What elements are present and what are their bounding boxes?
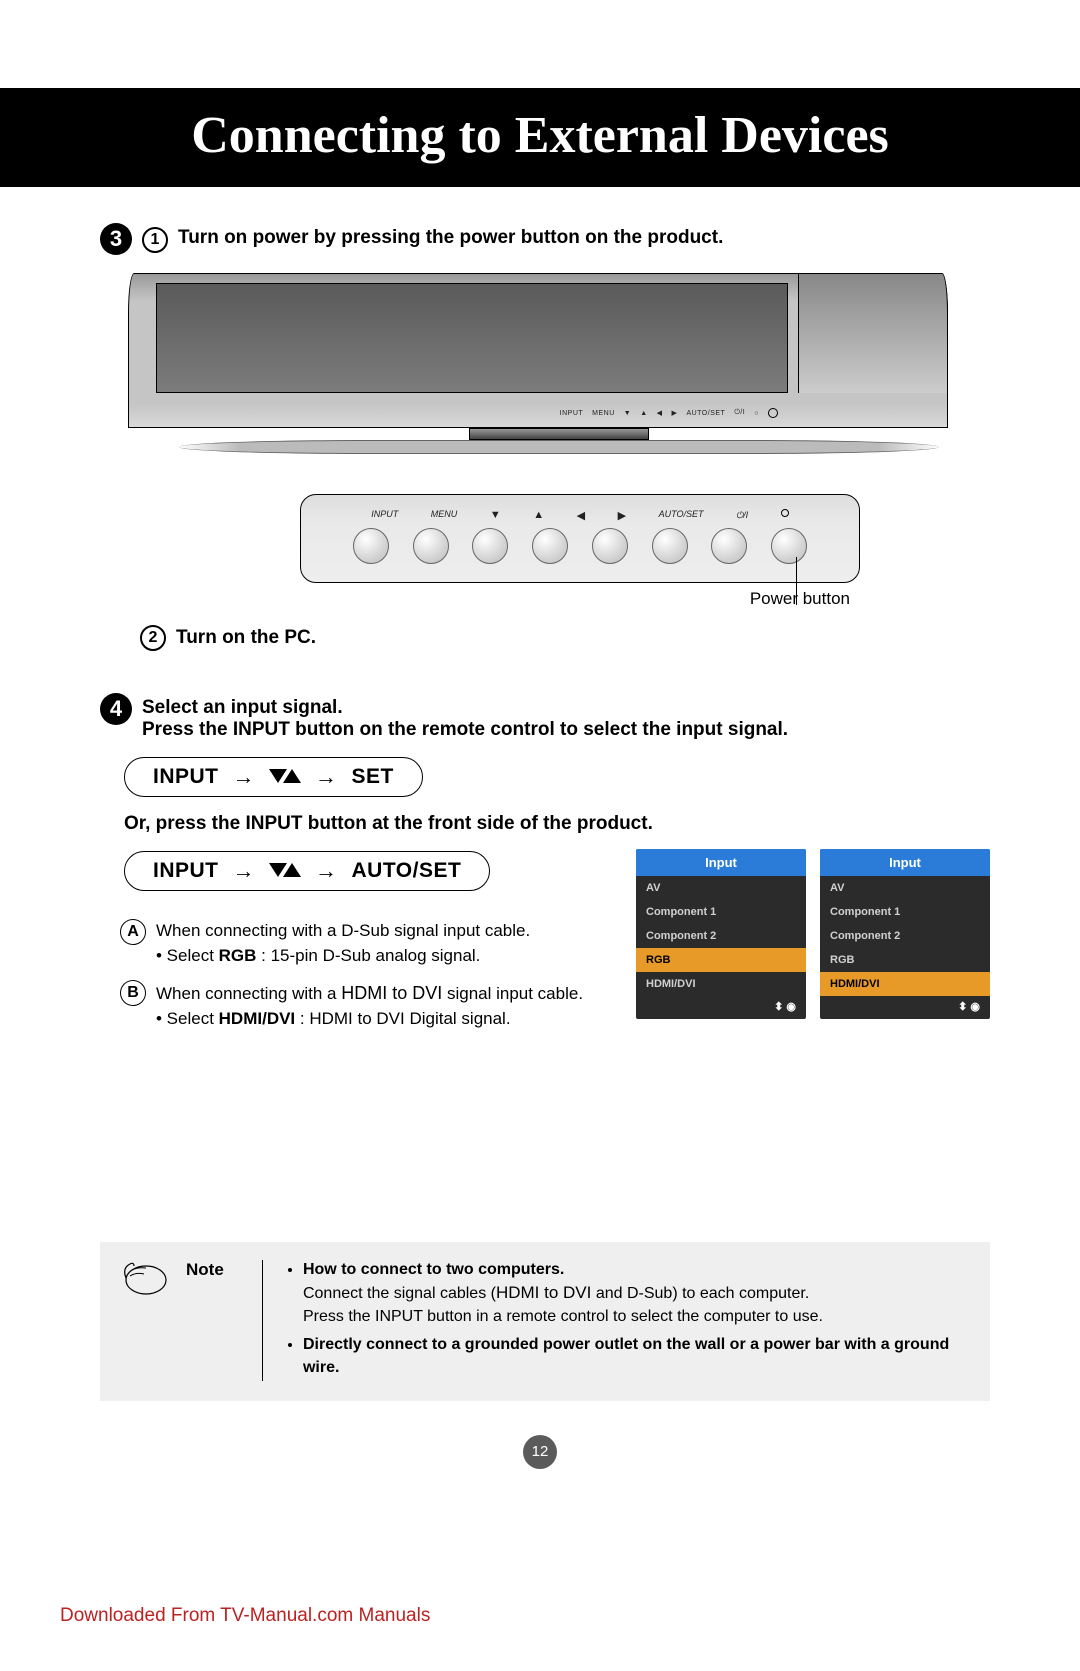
osd-item-component1: Component 1	[820, 900, 990, 924]
power-button-caption: Power button	[300, 589, 860, 609]
monitor-illustration: INPUT MENU ▼ ▲ ◀ ▶ AUTO/SET ⏻/I ○	[128, 273, 990, 454]
step3-sub2-text: Turn on the PC.	[176, 627, 316, 649]
osd-item-component2: Component 2	[820, 924, 990, 948]
step3-sub1-badge: 1	[142, 227, 168, 253]
step-4: 4 Select an input signal. Press the INPU…	[100, 697, 990, 741]
panel-left-button	[592, 528, 628, 564]
page-content: 3 1 Turn on power by pressing the power …	[0, 187, 1080, 1032]
osd-footer: ⬍ ◉	[636, 996, 806, 1019]
power-led-icon	[768, 408, 778, 418]
osd-item-rgb-selected: RGB	[636, 948, 806, 972]
page-header: Connecting to External Devices	[0, 88, 1080, 187]
panel-power-led-icon	[781, 509, 789, 517]
option-b: B When connecting with a HDMI to DVI sig…	[120, 980, 616, 1031]
option-b-badge: B	[120, 980, 146, 1006]
power-button-pointer-line	[796, 557, 797, 605]
arrow-right-icon: →	[233, 858, 256, 884]
panel-autoset-button	[711, 528, 747, 564]
step-3: 3 1 Turn on power by pressing the power …	[100, 227, 990, 255]
osd-item-rgb: RGB	[820, 948, 990, 972]
note-box: Note How to connect to two computers. Co…	[100, 1242, 990, 1401]
panel-power-button	[771, 528, 807, 564]
input-set-sequence: INPUT → → SET	[124, 757, 423, 797]
step3-sub1-text: Turn on power by pressing the power butt…	[178, 227, 723, 249]
button-panel-illustration: INPUT MENU ▼ ▲ ◀ ▶ AUTO/SET ⏻/I	[300, 494, 860, 609]
up-arrow-icon	[283, 863, 301, 877]
step3-sub2-badge: 2	[140, 625, 166, 651]
osd-menu-rgb: Input AV Component 1 Component 2 RGB HDM…	[636, 849, 806, 1019]
step4-heading: Select an input signal. Press the INPUT …	[142, 697, 788, 741]
arrow-right-icon: →	[315, 858, 338, 884]
panel-down-button	[472, 528, 508, 564]
option-a: A When connecting with a D-Sub signal in…	[120, 919, 616, 968]
panel-menu-button	[413, 528, 449, 564]
osd-item-component1: Component 1	[636, 900, 806, 924]
panel-right-button	[652, 528, 688, 564]
osd-item-hdmidvi: HDMI/DVI	[636, 972, 806, 996]
monitor-button-strip: INPUT MENU ▼ ▲ ◀ ▶ AUTO/SET ⏻/I ○	[560, 408, 778, 418]
panel-input-button	[353, 528, 389, 564]
step4-line3: Or, press the INPUT button at the front …	[124, 813, 990, 835]
input-autoset-sequence: INPUT → → AUTO/SET	[124, 851, 490, 891]
arrow-right-icon: →	[315, 764, 338, 790]
note-list: How to connect to two computers. Connect…	[285, 1258, 970, 1383]
download-source-link[interactable]: Downloaded From TV-Manual.com Manuals	[60, 1605, 430, 1627]
mouse-icon	[120, 1258, 168, 1296]
osd-header: Input	[636, 849, 806, 876]
page-number-badge: 12	[523, 1435, 557, 1469]
arrow-right-icon: →	[233, 764, 256, 790]
page-title: Connecting to External Devices	[0, 106, 1080, 165]
note-divider	[262, 1260, 263, 1381]
option-a-badge: A	[120, 919, 146, 945]
note-label: Note	[186, 1258, 240, 1280]
osd-item-av: AV	[636, 876, 806, 900]
osd-item-av: AV	[820, 876, 990, 900]
osd-footer: ⬍ ◉	[820, 996, 990, 1019]
step4-badge: 4	[100, 693, 132, 725]
osd-header: Input	[820, 849, 990, 876]
up-arrow-icon	[283, 769, 301, 783]
osd-item-component2: Component 2	[636, 924, 806, 948]
panel-up-button	[532, 528, 568, 564]
osd-menu-hdmidvi: Input AV Component 1 Component 2 RGB HDM…	[820, 849, 990, 1019]
step3-badge: 3	[100, 223, 132, 255]
manual-page: Connecting to External Devices 3 1 Turn …	[0, 88, 1080, 1671]
step3-sub2: 2 Turn on the PC.	[140, 625, 990, 651]
osd-item-hdmidvi-selected: HDMI/DVI	[820, 972, 990, 996]
